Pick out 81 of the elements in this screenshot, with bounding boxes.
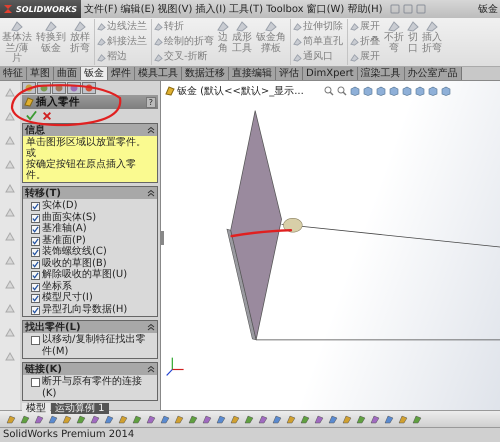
checkbox-label: 基准轴(A) xyxy=(42,223,87,234)
collapse-icon[interactable] xyxy=(147,365,155,373)
freehand-stroke-annotation xyxy=(230,228,292,238)
section-header[interactable]: 信息 xyxy=(23,124,157,136)
checkbox-label: 装饰螺纹线(C) xyxy=(42,246,107,258)
message-text: 单击图形区域以放置零件。 xyxy=(26,137,147,148)
menu-item[interactable]: 工具(T) xyxy=(229,2,264,16)
menu-item[interactable]: 插入(I) xyxy=(195,2,226,16)
command-tab[interactable]: 数据迁移 xyxy=(182,67,229,80)
menu-item[interactable]: 帮助(H) xyxy=(347,2,383,16)
part-icon xyxy=(24,97,34,107)
command-tab[interactable]: DimXpert xyxy=(303,67,358,80)
checkbox[interactable] xyxy=(31,378,40,387)
command-tab[interactable]: 渲染工具 xyxy=(358,67,405,80)
command-tab[interactable]: 特征 xyxy=(0,67,27,80)
message-text: 按确定按钮在原点插入零件。 xyxy=(26,159,137,181)
menu-item[interactable]: Toolbox xyxy=(266,4,304,14)
section-title: 信息 xyxy=(25,124,45,136)
tree-node-label: 钣金 (默认<<默认>_显示... xyxy=(177,85,304,98)
command-tab[interactable]: 钣金 xyxy=(81,67,108,80)
menu-item[interactable]: 视图(V) xyxy=(158,2,192,16)
cancel-icon[interactable] xyxy=(42,110,52,120)
part-icon xyxy=(165,86,175,96)
toolbar-glyph-icon[interactable] xyxy=(4,111,16,123)
message-text: 或 xyxy=(26,148,36,159)
confirm-icon[interactable] xyxy=(26,110,37,121)
logo-icon xyxy=(2,3,14,15)
checkbox-label: 吸收的草图(B) xyxy=(42,258,107,268)
checkbox-label: 基准面(P) xyxy=(42,234,86,246)
document-title: 钣金 xyxy=(478,3,499,16)
checkbox[interactable] xyxy=(31,271,40,280)
section-header[interactable]: 链接(K) xyxy=(23,363,157,375)
checkbox[interactable] xyxy=(31,225,40,234)
checkbox[interactable] xyxy=(31,306,40,314)
checkbox-label: 模型尺寸(I) xyxy=(42,292,93,304)
checkbox-label: 异型孔向导数据(H) xyxy=(42,304,128,315)
section-header[interactable]: 转移(T) xyxy=(23,187,157,199)
section-title: 转移(T) xyxy=(25,186,61,200)
toolbar-glyph-icon[interactable] xyxy=(4,87,16,99)
checkbox[interactable] xyxy=(31,248,40,257)
model-tab[interactable]: 运动算例 1 xyxy=(51,403,109,414)
collapse-icon[interactable] xyxy=(147,126,155,134)
command-tab[interactable]: 模具工具 xyxy=(135,67,182,80)
section-title: 链接(K) xyxy=(25,362,62,376)
checkbox[interactable] xyxy=(31,294,40,303)
checkbox[interactable] xyxy=(31,236,40,246)
checkbox-label: 以移动/复制特征找出零件(M) xyxy=(42,334,146,357)
checkbox-label: 坐标系 xyxy=(42,280,72,292)
command-tab[interactable]: 曲面 xyxy=(54,67,81,80)
menu-item[interactable]: 文件(F) xyxy=(84,2,118,16)
checkbox[interactable] xyxy=(31,202,40,211)
checkbox[interactable] xyxy=(31,282,40,292)
zoom-icon[interactable] xyxy=(336,86,347,96)
command-tab[interactable]: 办公室产品 xyxy=(404,67,462,80)
help-button[interactable]: ? xyxy=(146,96,156,108)
checkbox[interactable] xyxy=(31,260,40,268)
axis-triad-icon xyxy=(166,358,184,376)
menu-item[interactable]: 窗口(W) xyxy=(306,2,344,16)
checkbox-label: 实体(D) xyxy=(42,200,78,212)
collapse-icon[interactable] xyxy=(147,323,155,331)
command-tab[interactable]: 草图 xyxy=(27,67,54,80)
part-preview-drawing xyxy=(283,218,303,232)
panel-splitter-handle[interactable] xyxy=(161,231,164,245)
section-title: 找出零件(L) xyxy=(25,320,81,334)
logo-text: SOLIDWORKS xyxy=(16,4,78,14)
section-header[interactable]: 找出零件(L) xyxy=(23,321,157,333)
status-text: SolidWorks Premium 2014 xyxy=(3,429,134,440)
command-tab[interactable]: 焊件 xyxy=(108,67,135,80)
panel-title: 插入零件 xyxy=(36,95,80,109)
collapse-icon[interactable] xyxy=(147,189,155,197)
command-tab[interactable]: 直接编辑 xyxy=(229,67,276,80)
zoom-icon[interactable] xyxy=(324,86,334,96)
checkbox-label: 曲面实体(S) xyxy=(42,212,96,222)
checkbox[interactable] xyxy=(31,336,40,345)
checkbox[interactable] xyxy=(31,214,40,222)
command-tab[interactable]: 评估 xyxy=(276,67,303,80)
checkbox-label: 解除吸收的草图(U) xyxy=(42,269,128,280)
model-tab[interactable]: 模型 xyxy=(22,403,50,414)
tree-header[interactable]: 钣金 (默认<<默认>_显示... xyxy=(165,84,304,98)
checkbox-label: 断开与原有零件的连接(K) xyxy=(42,376,143,399)
menu-item[interactable]: 编辑(E) xyxy=(120,2,155,16)
